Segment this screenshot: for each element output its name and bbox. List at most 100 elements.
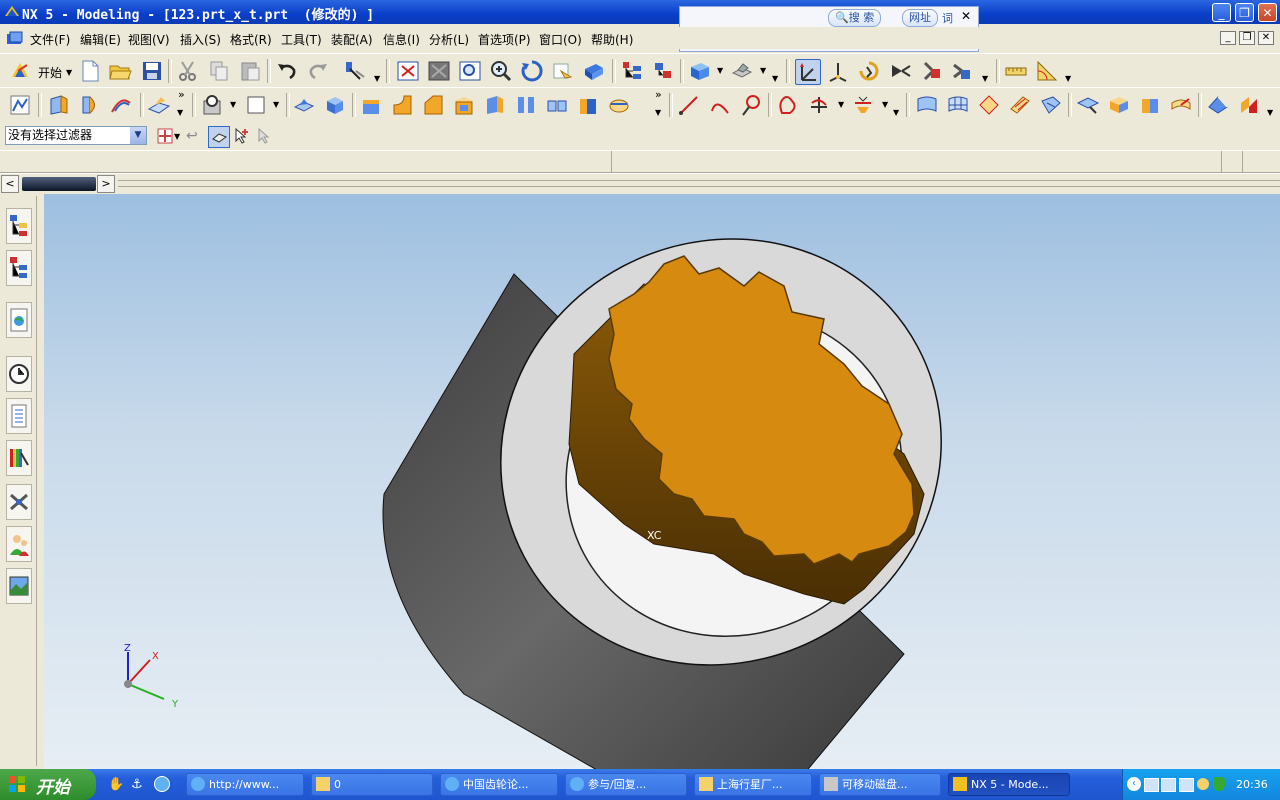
rectangle-icon[interactable]	[244, 93, 268, 117]
minimize-button[interactable]: _	[1212, 3, 1231, 22]
toolbar-overflow-icon[interactable]: »	[655, 88, 662, 101]
cut-icon[interactable]	[176, 59, 200, 83]
network-icon[interactable]	[1144, 778, 1159, 792]
extension-icon[interactable]	[1169, 93, 1193, 117]
save-icon[interactable]	[140, 59, 164, 83]
revolve-icon[interactable]	[78, 93, 102, 117]
components-icon[interactable]	[651, 59, 675, 83]
resource-scroll-thumb[interactable]	[22, 177, 96, 191]
resource-bar-splitter[interactable]	[36, 196, 43, 766]
menu-assemblies[interactable]: 装配(A)	[331, 31, 373, 48]
taskbar-item[interactable]: 中国齿轮论...	[440, 773, 558, 796]
menu-preferences[interactable]: 首选项(P)	[478, 31, 531, 48]
menu-information[interactable]: 信息(I)	[383, 31, 420, 48]
wcs-display-icon[interactable]	[950, 59, 974, 83]
taskbar-item[interactable]: 0	[311, 773, 433, 796]
system-scenes-tab[interactable]	[6, 568, 32, 604]
close-button[interactable]: ✕	[1258, 3, 1277, 22]
wcs-dynamics-icon[interactable]	[826, 59, 850, 83]
repeat-command-icon[interactable]	[342, 59, 366, 83]
redo-icon[interactable]	[306, 59, 330, 83]
wcs-save-icon[interactable]	[919, 59, 943, 83]
chevron-down-icon[interactable]: ▼	[838, 100, 844, 109]
url-button[interactable]: 网址	[902, 9, 938, 27]
type-filter-select[interactable]: 没有选择过滤器 ▼	[5, 126, 147, 145]
menu-analysis[interactable]: 分析(L)	[429, 31, 469, 48]
spline-icon[interactable]	[776, 93, 800, 117]
menu-format[interactable]: 格式(R)	[230, 31, 272, 48]
measure-angle-icon[interactable]	[1035, 59, 1059, 83]
process-studio-tab[interactable]	[6, 484, 32, 520]
hole-icon[interactable]	[200, 93, 224, 117]
menu-tools[interactable]: 工具(T)	[281, 31, 322, 48]
chevron-down-icon[interactable]: ▼	[893, 108, 899, 117]
offset-surface-icon[interactable]	[1076, 93, 1100, 117]
zoom-icon[interactable]	[458, 59, 482, 83]
select-features-icon[interactable]	[208, 126, 230, 148]
popup-close-icon[interactable]: ✕	[961, 9, 971, 23]
chamfer-icon[interactable]	[421, 93, 445, 117]
chevron-down-icon[interactable]: ▼	[882, 100, 888, 109]
document-menu-icon[interactable]	[6, 31, 24, 46]
synchronous-icon[interactable]	[1237, 93, 1261, 117]
chevron-down-icon[interactable]: ▼	[174, 132, 180, 141]
messenger-icon[interactable]	[1197, 778, 1209, 790]
boss-icon[interactable]	[359, 93, 383, 117]
visual-effects-tab[interactable]	[6, 440, 32, 476]
chevron-down-icon[interactable]: ▼	[374, 74, 380, 83]
trim-body-icon[interactable]	[607, 93, 631, 117]
taskbar-item[interactable]: 上海行星厂...	[694, 773, 812, 796]
history-tab[interactable]	[6, 356, 32, 392]
offset-curve-icon[interactable]	[851, 93, 875, 117]
move-face-icon[interactable]	[1206, 93, 1230, 117]
menu-file[interactable]: 文件(F)	[30, 31, 70, 48]
draft-icon[interactable]	[514, 93, 538, 117]
new-file-icon[interactable]	[78, 59, 102, 83]
face-blend-icon[interactable]	[483, 93, 507, 117]
anchor-app-icon[interactable]: ⚓	[131, 777, 147, 793]
taskbar-item[interactable]: 可移动磁盘...	[819, 773, 941, 796]
snap-point-icon[interactable]	[156, 127, 174, 145]
assembly-navigator-icon[interactable]	[620, 59, 644, 83]
pad-icon[interactable]	[292, 93, 316, 117]
cursor-select-icon[interactable]	[232, 127, 250, 145]
web-browser-tab[interactable]	[6, 302, 32, 338]
chevron-down-icon[interactable]: ▼	[717, 66, 723, 75]
menu-edit[interactable]: 编辑(E)	[80, 31, 121, 48]
chevron-down-icon[interactable]: ▼	[177, 108, 183, 117]
doc-close-button[interactable]: ✕	[1258, 31, 1274, 45]
chevron-down-icon[interactable]: ▼	[1065, 74, 1071, 83]
scroll-left-button[interactable]: <	[1, 175, 19, 193]
search-button[interactable]: 🔍搜 索	[828, 9, 882, 27]
mirror-body-icon[interactable]	[576, 93, 600, 117]
bounded-plane-icon[interactable]	[1039, 93, 1063, 117]
wcs-rotate-icon[interactable]	[857, 59, 881, 83]
system-materials-tab[interactable]	[6, 398, 32, 434]
chevron-down-icon[interactable]: ▼	[655, 108, 661, 117]
shield-icon[interactable]	[1213, 777, 1225, 791]
line-icon[interactable]	[677, 93, 701, 117]
network-icon[interactable]	[1161, 778, 1176, 792]
roles-tab[interactable]	[6, 526, 32, 562]
tray-collapse-icon[interactable]: ‹	[1127, 777, 1141, 791]
toolbar-overflow-icon[interactable]: »	[178, 88, 185, 101]
through-curve-mesh-icon[interactable]	[946, 93, 970, 117]
shell-icon[interactable]	[452, 93, 476, 117]
undo-selection-icon[interactable]: ↩	[186, 128, 202, 144]
chevron-down-icon[interactable]: ▼	[982, 74, 988, 83]
word-label[interactable]: 词	[942, 10, 953, 26]
rendering-style-icon[interactable]	[688, 59, 712, 83]
chevron-down-icon[interactable]: ▼	[1267, 108, 1273, 117]
menu-view[interactable]: 视图(V)	[128, 31, 170, 48]
thicken-icon[interactable]	[1107, 93, 1131, 117]
through-curves-icon[interactable]	[915, 93, 939, 117]
rotate-icon[interactable]	[520, 59, 544, 83]
start-menu-button[interactable]: 开始 ▼	[8, 59, 76, 83]
edge-blend-icon[interactable]	[390, 93, 414, 117]
open-folder-icon[interactable]	[108, 59, 132, 83]
fit-view-icon[interactable]	[396, 59, 420, 83]
chevron-down-icon[interactable]: ▼	[273, 100, 279, 109]
paste-icon[interactable]	[238, 59, 262, 83]
datum-plane-icon[interactable]	[147, 93, 171, 117]
chevron-down-icon[interactable]: ▼	[130, 127, 146, 144]
